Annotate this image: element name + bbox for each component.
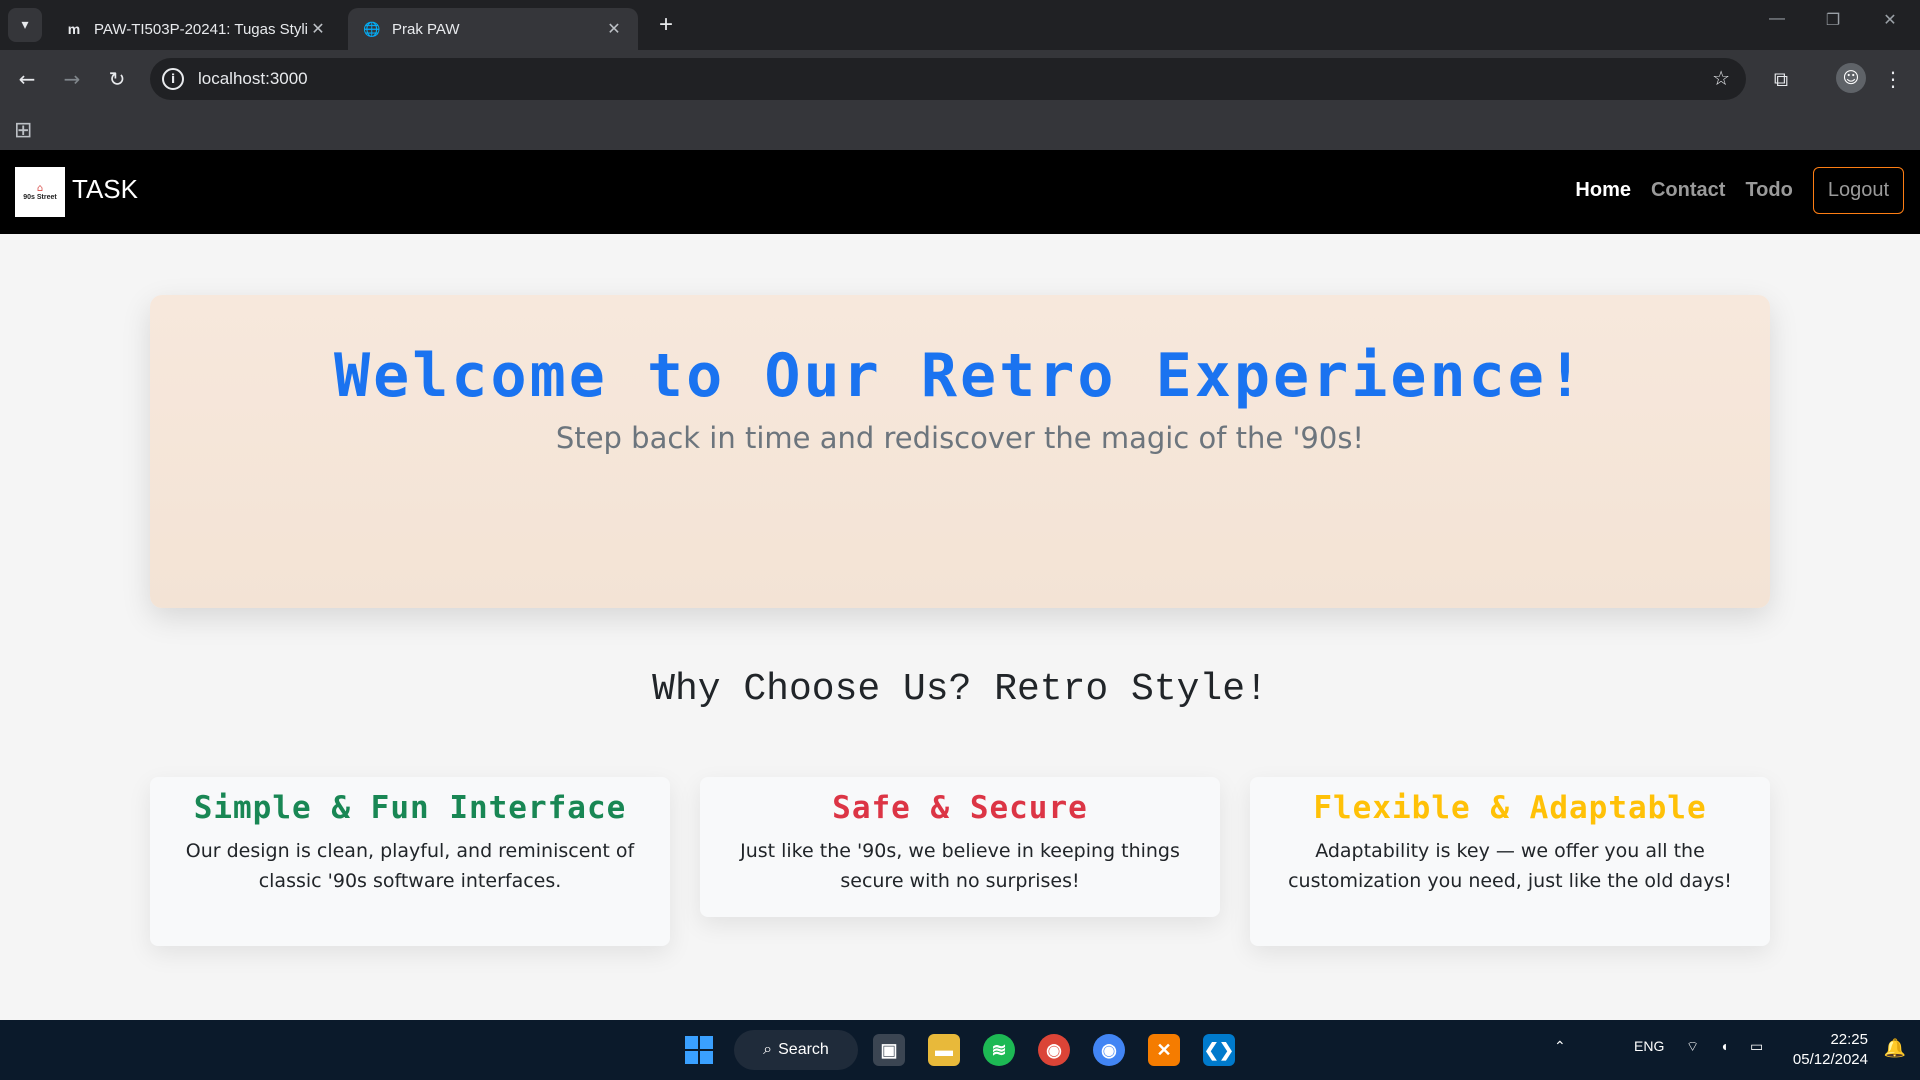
browser-toolbar: ← → ↻ i localhost:3000 ☆ ⧉ ☺ ⋮ [0, 50, 1920, 108]
feature-card-title: Simple & Fun Interface [193, 790, 627, 826]
nav-links: Home Contact Todo Logout [1575, 167, 1904, 214]
language-indicator[interactable]: ENG [1634, 1038, 1664, 1054]
feature-card-title: Safe & Secure [832, 790, 1088, 826]
extensions-puzzle-icon[interactable]: ⧉ [1766, 64, 1796, 94]
tab-close-icon[interactable]: ✕ [604, 19, 624, 39]
nav-link-contact[interactable]: Contact [1651, 179, 1725, 202]
windows-taskbar: ⌕ Search ▣ ▬ ≋ ◉ ◉ ✕ ❮❯ ⌃ ENG ⌔ ◖ ▭ 22:2… [0, 1020, 1920, 1080]
hero-title: Welcome to Our Retro Experience! [334, 341, 1586, 411]
browser-tab-bar: ▾ m PAW-TI503P-20241: Tugas Stylin ✕ 🌐 P… [0, 0, 1920, 50]
tab-title: Prak PAW [392, 20, 460, 38]
search-icon: ⌕ [763, 1041, 773, 1058]
feature-card-title: Flexible & Adaptable [1313, 790, 1707, 826]
tab-close-icon[interactable]: ✕ [308, 19, 328, 39]
restore-icon[interactable]: ❐ [1813, 10, 1853, 30]
clock-date: 05/12/2024 [1792, 1051, 1868, 1068]
url-text[interactable]: localhost:3000 [198, 69, 308, 89]
taskbar-search-button[interactable]: ⌕ Search [734, 1030, 858, 1070]
brand-name[interactable]: TASK [72, 174, 138, 205]
new-tab-plus-icon[interactable]: + [652, 12, 680, 40]
tab-search-dropdown-icon[interactable]: ▾ [8, 8, 42, 42]
window-close-icon[interactable]: ✕ [1870, 10, 1910, 30]
nav-link-home[interactable]: Home [1575, 179, 1631, 202]
bookmarks-bar: ⊞ [0, 108, 1920, 150]
logout-button[interactable]: Logout [1812, 167, 1904, 214]
tab-title: PAW-TI503P-20241: Tugas Stylin [94, 20, 308, 38]
system-clock[interactable]: 22:25 05/12/2024 [1793, 1030, 1868, 1070]
globe-icon: 🌐 [363, 20, 381, 37]
browser-tab-inactive[interactable]: m PAW-TI503P-20241: Tugas Stylin ✕ [50, 8, 342, 50]
site-navbar: ⌂ 90s Street TASK Home Contact Todo Logo… [0, 150, 1920, 234]
xampp-icon[interactable]: ✕ [1148, 1034, 1180, 1066]
back-arrow-icon[interactable]: ← [12, 64, 42, 94]
minimize-icon[interactable]: — [1757, 10, 1797, 28]
address-bar[interactable]: i localhost:3000 ☆ [150, 58, 1746, 100]
profile-avatar[interactable]: ☺ [1836, 63, 1866, 93]
menu-dots-icon[interactable]: ⋮ [1878, 64, 1908, 94]
logo-mark-icon: ⌂ [36, 182, 44, 194]
feature-card: Safe & Secure Just like the '90s, we bel… [700, 777, 1220, 917]
site-info-icon[interactable]: i [162, 68, 184, 90]
section-title: Why Choose Us? Retro Style! [652, 668, 1268, 711]
feature-card-text: Our design is clean, playful, and remini… [185, 840, 635, 892]
apps-grid-icon[interactable]: ⊞ [14, 118, 32, 143]
feature-card-text: Adaptability is key — we offer you all t… [1288, 840, 1732, 892]
logo-text: 90s Street [23, 193, 57, 201]
windows-start-icon[interactable] [685, 1036, 713, 1064]
feature-card: Simple & Fun Interface Our design is cle… [150, 777, 670, 946]
browser-tab-active[interactable]: 🌐 Prak PAW ✕ [348, 8, 638, 50]
file-explorer-icon[interactable]: ▬ [928, 1034, 960, 1066]
hero-subtitle: Step back in time and rediscover the mag… [555, 421, 1365, 455]
feature-card: Flexible & Adaptable Adaptability is key… [1250, 777, 1770, 946]
bookmark-star-icon[interactable]: ☆ [1712, 66, 1730, 90]
clock-time: 22:25 [1830, 1031, 1868, 1048]
spotify-icon[interactable]: ≋ [983, 1034, 1015, 1066]
nav-link-todo[interactable]: Todo [1745, 179, 1792, 202]
forward-arrow-icon[interactable]: → [57, 64, 87, 94]
chrome-profile-icon[interactable]: ◉ [1093, 1034, 1125, 1066]
site-logo[interactable]: ⌂ 90s Street [15, 167, 65, 217]
wifi-icon[interactable]: ⌔ [1686, 1038, 1699, 1056]
hero-banner: Welcome to Our Retro Experience! Step ba… [150, 295, 1770, 608]
taskbar-search-label: Search [778, 1041, 829, 1058]
task-view-icon[interactable]: ▣ [873, 1034, 905, 1066]
battery-icon[interactable]: ▭ [1750, 1038, 1763, 1055]
chrome-icon[interactable]: ◉ [1038, 1034, 1070, 1066]
vscode-icon[interactable]: ❮❯ [1203, 1034, 1235, 1066]
volume-icon[interactable]: ◖ [1720, 1038, 1728, 1054]
reload-icon[interactable]: ↻ [102, 64, 132, 94]
feature-card-text: Just like the '90s, we believe in keepin… [740, 840, 1180, 892]
moodle-favicon-icon: m [67, 21, 81, 37]
tray-chevron-icon[interactable]: ⌃ [1554, 1038, 1566, 1055]
notification-bell-icon[interactable]: 🔔 [1884, 1038, 1906, 1059]
